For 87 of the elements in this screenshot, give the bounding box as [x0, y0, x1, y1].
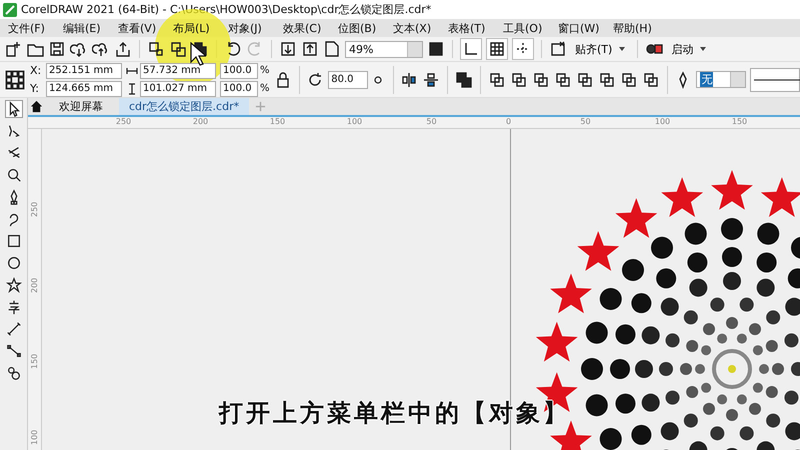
mirror-horizontal-icon[interactable] [400, 70, 418, 88]
launch-dropdown[interactable]: 启动 [667, 42, 712, 56]
export-icon[interactable] [114, 40, 132, 58]
ellipse-tool-icon[interactable] [6, 255, 22, 271]
rectangle-tool-icon[interactable] [6, 233, 22, 249]
percent-label: % [260, 65, 270, 76]
guidelines-icon[interactable] [512, 38, 534, 60]
ruler-label: 50 [425, 117, 438, 128]
grid-icon[interactable] [486, 38, 508, 60]
trim-icon[interactable] [576, 70, 594, 88]
arrange-back-icon[interactable] [510, 70, 528, 88]
ruler-label: 250 [114, 117, 132, 128]
menu-item[interactable]: 位图(B) [338, 20, 384, 36]
menu-item[interactable]: 文件(F) [8, 20, 54, 36]
mouse-pointer-icon [190, 42, 206, 66]
scale-x-field[interactable]: 100.0 [220, 62, 258, 78]
rulers-icon[interactable] [460, 38, 482, 60]
connector-tool-icon[interactable] [6, 343, 22, 359]
menu-item[interactable]: 编辑(E) [63, 20, 109, 36]
scale-y-field[interactable]: 100.0 [220, 80, 258, 96]
caret-icon [699, 44, 708, 52]
ruler-label: 150 [29, 352, 40, 371]
menu-item[interactable]: 布局(L) [173, 20, 219, 36]
star-tool-icon[interactable] [6, 277, 22, 293]
cloud-download-icon[interactable] [70, 40, 88, 58]
window-title: CorelDRAW 2021 (64-Bit) - C:\Users\HOW003\Desktop\cdr怎么锁定图层.cdr* [21, 2, 432, 17]
width-field[interactable]: 57.732 mm [140, 62, 216, 78]
home-icon[interactable] [30, 100, 43, 113]
object-origin-icon[interactable] [4, 68, 26, 90]
copy-icon[interactable] [147, 40, 165, 58]
import-icon[interactable] [279, 40, 297, 58]
full-screen-icon[interactable] [427, 40, 445, 58]
combine-icon[interactable] [532, 70, 550, 88]
ruler-label: 200 [29, 276, 40, 295]
weld-icon[interactable] [554, 70, 572, 88]
caret-icon [618, 44, 626, 52]
intersect-icon[interactable] [598, 70, 616, 88]
zoom-dropdown[interactable]: 49% [345, 40, 423, 58]
copy-icon[interactable] [169, 40, 187, 58]
ruler-label: 100 [29, 428, 40, 447]
menu-item[interactable]: 帮助(H) [613, 20, 659, 36]
percent-label: % [260, 83, 270, 94]
snap-icon[interactable] [549, 40, 567, 58]
menu-item[interactable]: 查看(V) [118, 20, 164, 36]
menu-item[interactable]: 对象(J) [228, 20, 274, 36]
mirror-vertical-icon[interactable] [422, 70, 440, 88]
y-position-field[interactable]: 124.665 mm [46, 80, 122, 96]
ruler-label: 0 [504, 117, 512, 128]
outline-width-dropdown[interactable]: 无 [696, 71, 746, 88]
app-logo-icon [3, 2, 17, 16]
degree-icon [372, 74, 384, 86]
simplify-icon[interactable] [620, 70, 638, 88]
line-tool-icon[interactable] [6, 321, 22, 337]
snap-dropdown[interactable]: 贴齐(T) [571, 42, 630, 56]
export-icon[interactable] [301, 40, 319, 58]
menu-item[interactable]: 文本(X) [393, 20, 439, 36]
pdf-icon[interactable] [323, 40, 341, 58]
ruler-label: 100 [654, 117, 672, 128]
pick-tool-icon[interactable] [6, 101, 22, 117]
ruler-label: 100 [346, 117, 364, 128]
ruler-label: 150 [730, 117, 748, 128]
cloud-upload-icon[interactable] [92, 40, 110, 58]
x-position-field[interactable]: 252.151 mm [46, 62, 122, 78]
ruler-label: 200 [192, 117, 210, 128]
line-style-preview[interactable] [750, 68, 800, 92]
menu-item[interactable]: 工具(O) [503, 20, 549, 36]
menu-item[interactable]: 效果(C) [283, 20, 329, 36]
document-tab[interactable]: cdr怎么锁定图层.cdr* [119, 98, 250, 115]
fill-tool-icon[interactable] [6, 365, 22, 381]
arrange-icon[interactable] [455, 70, 473, 88]
document-tab[interactable]: 欢迎屏幕 [49, 98, 113, 115]
menu-item[interactable]: 窗口(W) [558, 20, 604, 36]
boundary-icon[interactable] [642, 70, 660, 88]
text-tool-icon[interactable] [6, 299, 22, 315]
save-icon[interactable] [48, 40, 66, 58]
y-label: Y: [30, 82, 40, 95]
x-label: X: [30, 64, 42, 77]
ruler-label: 250 [29, 200, 40, 219]
rotation-field[interactable]: 80.0 [328, 70, 368, 88]
ruler-label: 150 [268, 117, 286, 128]
height-icon [126, 82, 138, 94]
menu-item[interactable]: 表格(T) [448, 20, 494, 36]
arrange-front-icon[interactable] [488, 70, 506, 88]
height-field[interactable]: 101.027 mm [140, 80, 216, 96]
zoom-icon[interactable] [6, 167, 22, 183]
new-document-icon[interactable] [4, 40, 22, 58]
ruler-label: 50 [579, 117, 592, 128]
